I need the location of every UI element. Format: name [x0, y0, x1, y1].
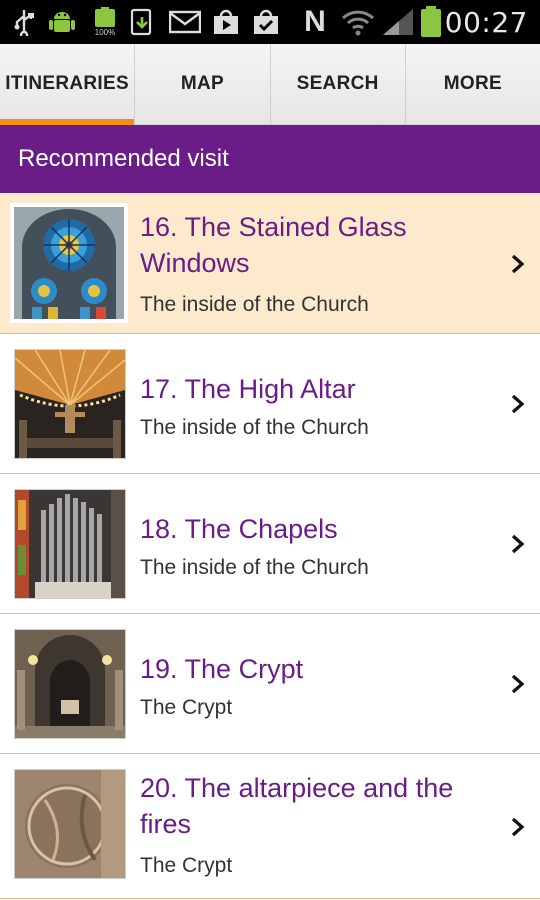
play-store-icon	[210, 7, 242, 37]
item-title: 16. The Stained Glass Windows	[140, 212, 407, 278]
tab-search[interactable]: SEARCH	[271, 44, 406, 124]
item-subtitle: The Crypt	[140, 854, 233, 877]
battery-full-small-icon: 100%	[88, 7, 122, 37]
thumbnail-chapels	[14, 489, 126, 599]
chevron-right-icon	[511, 534, 525, 554]
item-title: 17. The High Altar	[140, 374, 356, 404]
wifi-icon	[340, 7, 376, 37]
nfc-label: N	[304, 5, 326, 38]
tab-map[interactable]: MAP	[135, 44, 271, 124]
clock: 00:27	[444, 6, 528, 39]
thumbnail-crypt	[14, 629, 126, 739]
chevron-right-icon	[511, 254, 525, 274]
usb-icon	[10, 7, 38, 37]
itinerary-list: 16. The Stained Glass Windows The inside…	[0, 193, 540, 899]
tab-itineraries[interactable]: ITINERARIES	[0, 44, 136, 125]
thumbnail-high-altar	[14, 349, 126, 459]
list-item[interactable]: 16. The Stained Glass Windows The inside…	[0, 193, 540, 334]
chevron-right-icon	[511, 674, 525, 694]
item-subtitle: The inside of the Church	[140, 416, 369, 439]
thumbnail-altarpiece	[14, 769, 126, 879]
chevron-right-icon	[511, 817, 525, 837]
item-title: 19. The Crypt	[140, 654, 304, 684]
item-title: 20. The altarpiece and the fires	[140, 773, 454, 839]
battery-icon	[418, 6, 444, 37]
item-subtitle: The Crypt	[140, 696, 233, 719]
email-icon	[168, 7, 202, 37]
list-item[interactable]: 17. The High Altar The inside of the Chu…	[0, 334, 540, 474]
tab-bar: ITINERARIES MAP SEARCH MORE	[0, 44, 540, 125]
item-title: 18. The Chapels	[140, 514, 338, 544]
status-bar: 100% N 00:27	[0, 0, 540, 44]
battery-small-label: 100%	[94, 28, 116, 37]
download-icon	[126, 7, 158, 37]
item-subtitle: The inside of the Church	[140, 556, 369, 579]
thumbnail-stained-glass	[10, 203, 128, 323]
section-header: Recommended visit	[0, 125, 540, 193]
list-item[interactable]: 18. The Chapels The inside of the Church	[0, 474, 540, 614]
signal-icon	[380, 7, 416, 37]
chevron-right-icon	[511, 394, 525, 414]
nfc-icon: N	[298, 5, 332, 38]
section-title: Recommended visit	[18, 145, 229, 172]
list-item[interactable]: 20. The altarpiece and the fires The Cry…	[0, 754, 540, 899]
tab-more[interactable]: MORE	[406, 44, 540, 124]
item-subtitle: The inside of the Church	[140, 293, 369, 316]
android-icon	[46, 7, 78, 37]
tasks-check-icon	[250, 7, 282, 37]
list-item[interactable]: 19. The Crypt The Crypt	[0, 614, 540, 754]
